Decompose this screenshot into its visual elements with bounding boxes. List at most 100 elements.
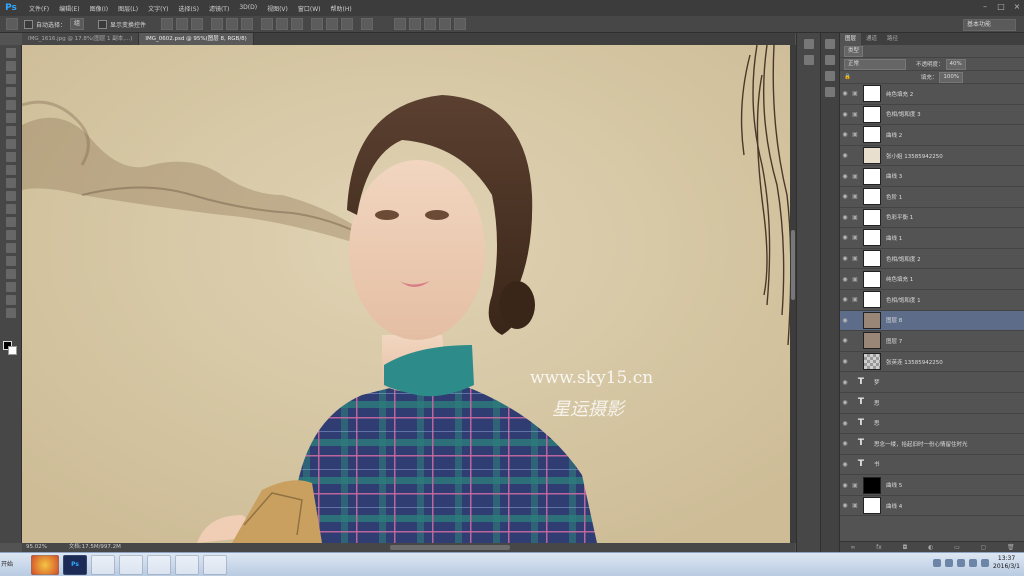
eraser-tool-icon[interactable] <box>6 178 16 188</box>
menu-item[interactable]: 帮助(H) <box>326 4 357 13</box>
menu-item[interactable]: 视图(V) <box>262 4 293 13</box>
visibility-eye-icon[interactable]: ◉ <box>840 296 850 303</box>
auto-align-icon[interactable] <box>361 18 374 30</box>
distribute-right-icon[interactable] <box>341 18 354 30</box>
visibility-eye-icon[interactable]: ◉ <box>840 152 850 159</box>
maximize-icon[interactable]: □ <box>996 2 1006 12</box>
dodge-tool-icon[interactable] <box>6 217 16 227</box>
blur-tool-icon[interactable] <box>6 204 16 214</box>
layer-row[interactable]: ◉ ▣ 曲线 3 <box>840 166 1024 187</box>
new-group-icon[interactable]: ▭ <box>954 544 960 551</box>
quick-select-tool-icon[interactable] <box>6 87 16 97</box>
distribute-center-icon[interactable] <box>326 18 339 30</box>
3d-scale-icon[interactable] <box>454 18 467 30</box>
move-tool-icon[interactable] <box>6 48 16 58</box>
visibility-eye-icon[interactable]: ◉ <box>840 461 850 468</box>
marquee-tool-icon[interactable] <box>6 61 16 71</box>
visibility-eye-icon[interactable]: ◉ <box>840 440 850 447</box>
gradient-tool-icon[interactable] <box>6 191 16 201</box>
3d-rotate-icon[interactable] <box>394 18 407 30</box>
tab-document-1[interactable]: IMG_1616.jpg @ 17.8%(图层 1 副本,...) <box>22 33 140 45</box>
taskbar-folder-icon[interactable] <box>175 554 199 575</box>
close-icon[interactable]: × <box>1012 2 1022 12</box>
visibility-eye-icon[interactable]: ◉ <box>840 214 850 221</box>
visibility-eye-icon[interactable]: ◉ <box>840 420 850 427</box>
layer-row[interactable]: ◉ ▣ 色彩平衡 1 <box>840 208 1024 229</box>
eyedropper-tool-icon[interactable] <box>6 113 16 123</box>
fill-input[interactable]: 100% <box>939 71 964 83</box>
tray-icon-4[interactable] <box>969 559 978 567</box>
tray-icon-1[interactable] <box>933 559 942 567</box>
layer-row[interactable]: ◉ ▣ 纯色填充 2 <box>840 84 1024 105</box>
layer-filter-dropdown[interactable]: 类型 <box>844 45 864 57</box>
visibility-eye-icon[interactable]: ◉ <box>840 482 850 489</box>
blend-mode-dropdown[interactable]: 正常 <box>844 58 906 70</box>
menu-item[interactable]: 图层(L) <box>113 4 143 13</box>
layer-row[interactable]: ◉ ▣ 曲线 5 <box>840 475 1024 496</box>
menu-item[interactable]: 滤镜(T) <box>204 4 234 13</box>
visibility-eye-icon[interactable]: ◉ <box>840 317 850 324</box>
align-center-icon[interactable] <box>226 18 239 30</box>
taskbar-app2-icon[interactable] <box>203 554 227 575</box>
layer-row[interactable]: ◉ 张小姐 13585942250 <box>840 146 1024 167</box>
horizontal-scrollbar[interactable] <box>390 545 510 550</box>
layer-row[interactable]: ◉ T 思念一缕，拾起旧时一份心情留住时光 <box>840 434 1024 455</box>
layer-style-icon[interactable]: fx <box>876 544 882 551</box>
menu-item[interactable]: 选择(S) <box>173 4 204 13</box>
layer-row[interactable]: ◉ ▣ 色相/饱和度 3 <box>840 105 1024 126</box>
zoom-tool-icon[interactable] <box>6 295 16 305</box>
taskbar-browser-icon[interactable] <box>119 554 143 575</box>
auto-select-dropdown[interactable]: 组 <box>70 18 85 30</box>
visibility-eye-icon[interactable]: ◉ <box>840 337 850 344</box>
3d-drag-icon[interactable] <box>424 18 437 30</box>
visibility-eye-icon[interactable]: ◉ <box>840 234 850 241</box>
history-icon[interactable] <box>803 39 814 49</box>
minimize-icon[interactable]: – <box>980 2 990 12</box>
brush-tool-icon[interactable] <box>6 139 16 149</box>
type-tool-icon[interactable] <box>6 243 16 253</box>
layer-row[interactable]: ◉ T 思 <box>840 414 1024 435</box>
adjustments-icon[interactable] <box>825 55 835 65</box>
taskbar-windows-icon[interactable] <box>147 554 171 575</box>
taskbar-media-icon[interactable] <box>91 554 115 575</box>
vertical-scrollbar[interactable] <box>791 230 795 300</box>
link-layers-icon[interactable]: ∞ <box>850 544 855 551</box>
new-adjustment-icon[interactable]: ◐ <box>928 544 933 551</box>
visibility-eye-icon[interactable]: ◉ <box>840 276 850 283</box>
rectangle-tool-icon[interactable] <box>6 269 16 279</box>
3d-slide-icon[interactable] <box>439 18 452 30</box>
visibility-eye-icon[interactable]: ◉ <box>840 131 850 138</box>
layer-row[interactable]: ◉ 图层 8 <box>840 310 1024 332</box>
tray-icon-2[interactable] <box>945 559 954 567</box>
new-layer-icon[interactable]: ▢ <box>981 544 987 551</box>
visibility-eye-icon[interactable]: ◉ <box>840 358 850 365</box>
crop-tool-icon[interactable] <box>6 100 16 110</box>
document-canvas[interactable]: www.sky15.cn 星运摄影 <box>22 45 790 543</box>
tab-document-2[interactable]: IMG_0602.psd @ 95%(图层 8, RGB/8) <box>139 33 254 45</box>
visibility-eye-icon[interactable]: ◉ <box>840 90 850 97</box>
align-right-icon[interactable] <box>241 18 254 30</box>
layer-row[interactable]: ◉ T 梦 <box>840 372 1024 393</box>
tray-icon-3[interactable] <box>957 559 966 567</box>
styles-icon[interactable] <box>825 71 835 81</box>
delete-layer-icon[interactable]: 🗑 <box>1007 544 1015 551</box>
menu-item[interactable]: 文字(Y) <box>143 4 173 13</box>
align-left-icon[interactable] <box>211 18 224 30</box>
layer-row[interactable]: ◉ T 思 <box>840 393 1024 414</box>
healing-brush-tool-icon[interactable] <box>6 126 16 136</box>
properties-icon[interactable] <box>803 55 814 65</box>
visibility-eye-icon[interactable]: ◉ <box>840 193 850 200</box>
layer-row[interactable]: ◉ 张英连 13585942250 <box>840 352 1024 373</box>
layer-row[interactable]: ◉ ▣ 曲线 4 <box>840 496 1024 517</box>
visibility-eye-icon[interactable]: ◉ <box>840 399 850 406</box>
layer-row[interactable]: ◉ 图层 7 <box>840 331 1024 352</box>
navigator-icon[interactable] <box>825 39 835 49</box>
align-top-icon[interactable] <box>161 18 174 30</box>
tab-layers[interactable]: 图层 <box>840 33 862 45</box>
brush-presets-icon[interactable] <box>825 87 835 97</box>
visibility-eye-icon[interactable]: ◉ <box>840 255 850 262</box>
menu-item[interactable]: 编辑(E) <box>54 4 84 13</box>
taskbar-photoshop[interactable]: Ps <box>63 554 87 575</box>
visibility-eye-icon[interactable]: ◉ <box>840 173 850 180</box>
align-middle-icon[interactable] <box>176 18 189 30</box>
